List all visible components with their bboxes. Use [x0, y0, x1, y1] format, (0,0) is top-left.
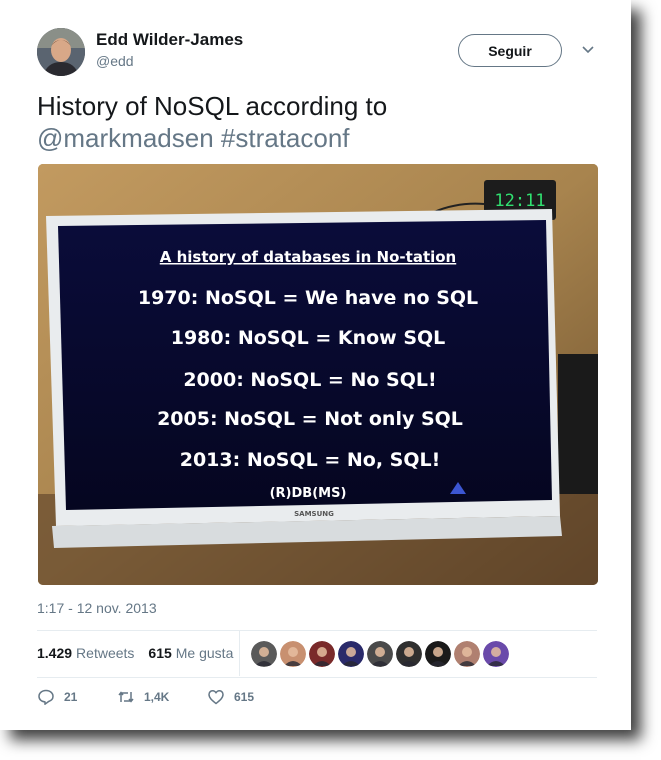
tweet-photo[interactable]: 12:11 A history of databases in No-tatio… — [38, 164, 598, 585]
liker-avatar[interactable] — [396, 641, 422, 667]
avatar[interactable] — [37, 28, 85, 76]
liker-avatar[interactable] — [338, 641, 364, 667]
slide-footer: (R)DB(MS) — [270, 486, 347, 501]
tweet-text-main: History of NoSQL according to — [37, 91, 388, 121]
author-name[interactable]: Edd Wilder-James — [96, 30, 243, 50]
retweet-icon — [118, 691, 134, 703]
monitor-brand: SAMSUNG — [294, 510, 334, 518]
author-handle[interactable]: @edd — [96, 53, 134, 69]
engagement-stats: 1.429 Retweets 615 Me gusta — [37, 645, 233, 661]
avatar-image — [37, 28, 85, 76]
liker-avatars — [251, 641, 509, 667]
retweets-label: Retweets — [76, 645, 135, 661]
slide-line: 1980: NoSQL = Know SQL — [171, 327, 446, 349]
chevron-down-icon[interactable] — [580, 44, 596, 56]
divider — [239, 631, 240, 676]
divider — [37, 630, 597, 631]
liker-avatar[interactable] — [454, 641, 480, 667]
follow-button[interactable]: Seguir — [458, 34, 562, 67]
liker-avatar[interactable] — [367, 641, 393, 667]
tweet-actions: 21 1,4K 615 — [37, 688, 287, 706]
reply-icon — [38, 689, 54, 705]
mention-link[interactable]: @markmadsen — [37, 123, 214, 153]
liker-avatar[interactable] — [425, 641, 451, 667]
divider — [37, 677, 597, 678]
likes-count: 615 — [148, 645, 172, 661]
retweets-count: 1.429 — [37, 645, 73, 661]
liker-avatar[interactable] — [251, 641, 277, 667]
reply-count: 21 — [64, 690, 78, 704]
speaker — [558, 354, 598, 494]
tweet-card: Edd Wilder-James @edd Seguir History of … — [0, 0, 631, 730]
liker-avatar[interactable] — [280, 641, 306, 667]
photo-scene: 12:11 A history of databases in No-tatio… — [38, 164, 598, 585]
slide-line: 2005: NoSQL = Not only SQL — [157, 408, 463, 430]
reply-button[interactable]: 21 — [37, 688, 117, 706]
tweet-timestamp[interactable]: 1:17 - 12 nov. 2013 — [37, 600, 157, 616]
like-count: 615 — [234, 690, 255, 704]
retweet-count: 1,4K — [144, 690, 170, 704]
tweet-text: History of NoSQL according to @markmadse… — [37, 90, 597, 154]
retweets-stat[interactable]: 1.429 Retweets — [37, 645, 134, 661]
likes-stat[interactable]: 615 Me gusta — [148, 645, 233, 661]
heart-icon — [208, 690, 224, 705]
slide-title: A history of databases in No-tation — [160, 248, 456, 266]
hashtag-link[interactable]: #strataconf — [221, 123, 350, 153]
slide-line: 2013: NoSQL = No, SQL! — [180, 449, 441, 471]
likes-label: Me gusta — [175, 645, 234, 661]
slide-line: 2000: NoSQL = No SQL! — [183, 369, 436, 391]
retweet-button[interactable]: 1,4K — [117, 688, 207, 706]
like-button[interactable]: 615 — [207, 688, 287, 706]
clock-readout: 12:11 — [494, 191, 545, 211]
slide-line: 1970: NoSQL = We have no SQL — [138, 287, 478, 309]
liker-avatar[interactable] — [309, 641, 335, 667]
liker-avatar[interactable] — [483, 641, 509, 667]
